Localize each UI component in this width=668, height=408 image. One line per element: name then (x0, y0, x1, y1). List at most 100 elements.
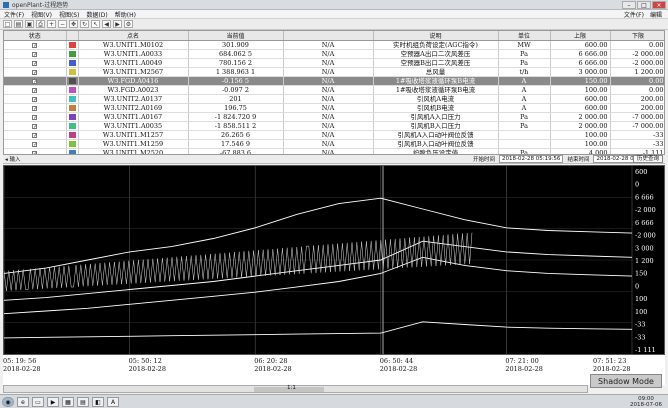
series-color-swatch[interactable] (68, 42, 76, 48)
row-high-limit[interactable]: 600.00 (550, 103, 611, 113)
series-color-swatch[interactable] (68, 123, 76, 129)
ie-icon[interactable]: e (17, 396, 29, 407)
series-color-swatch[interactable] (68, 141, 76, 147)
prev-icon[interactable]: ◀ (102, 20, 111, 28)
history-query-button[interactable]: 历史查询 (632, 155, 663, 163)
app3-icon[interactable]: ◧ (92, 396, 104, 407)
row-low-limit[interactable]: 0.00 (610, 40, 664, 50)
maximize-button[interactable]: □ (637, 1, 651, 9)
series-color-swatch[interactable] (68, 96, 76, 102)
app1-icon[interactable]: ▦ (62, 396, 74, 407)
col-unit[interactable]: 单位 (498, 31, 551, 41)
col-status[interactable]: 状态 (4, 31, 67, 41)
row-low-limit[interactable]: 200.00 (610, 94, 664, 104)
series-color-swatch[interactable] (68, 114, 76, 120)
series-color-swatch[interactable] (68, 51, 76, 57)
row-high-limit[interactable]: 6 666.00 (550, 58, 611, 68)
print-icon[interactable]: ⎙ (36, 20, 45, 28)
row-low-limit[interactable]: -7 000.00 (610, 121, 664, 131)
menu-item-view[interactable]: 视图(V) (31, 10, 52, 19)
row-checkbox[interactable]: ✓ (32, 60, 37, 66)
next-icon[interactable]: ▶ (113, 20, 122, 28)
row-low-limit[interactable]: -7 000.00 (610, 112, 664, 122)
menu-item-data[interactable]: 数据(D) (86, 10, 107, 19)
start-time-field[interactable]: 2018-02-28 05:19:56 (499, 155, 564, 163)
time-scrollbar[interactable]: 1:1 (3, 385, 588, 393)
app2-icon[interactable]: ▤ (77, 396, 89, 407)
col-current-value[interactable]: 当前值 (188, 31, 284, 41)
save-icon[interactable]: ▣ (25, 20, 34, 28)
row-low-limit[interactable]: -33 (610, 139, 664, 149)
trend-chart[interactable]: 600 0 6 666 -2 000 6 666 -2 000 3 000 1 200 150 0… (3, 165, 665, 355)
row-checkbox[interactable]: ✓ (32, 69, 37, 75)
table-row[interactable]: ✓ W3.UNIT2.A0137 201 N/A 引风机A电流 A 600.00 200.00 (4, 94, 664, 104)
series-color-swatch[interactable] (68, 105, 76, 111)
col-quality[interactable] (283, 31, 374, 41)
col-description[interactable]: 说明 (373, 31, 499, 41)
table-row[interactable]: ✓ W3.FGD.A0416 -0.156 5 N/A 1#吸收塔浆液循环泵B电流 A 15… (4, 76, 664, 86)
minimize-button[interactable]: – (622, 1, 636, 9)
table-row[interactable]: ✓ W3.FGD.A0023 -0.097 2 N/A 1#吸收塔浆液循环泵B电流 A 10… (4, 85, 664, 95)
zoom-out-icon[interactable]: − (58, 20, 67, 28)
menu-item-view2[interactable]: 视图(S) (59, 10, 80, 19)
row-high-limit[interactable]: 100.00 (550, 130, 611, 140)
row-checkbox[interactable]: ✓ (32, 87, 37, 93)
cursor-icon[interactable]: ↖ (91, 20, 100, 28)
table-row[interactable]: ✓ W3.UNIT1.A0033 684.062 5 N/A 空预器A出口二次风差压 Pa… (4, 49, 664, 59)
table-row[interactable]: ✓ W3.UNIT2.A0169 196.75 N/A 引风机B电流 A 600.00 200… (4, 103, 664, 113)
series-color-swatch[interactable] (68, 87, 76, 93)
pan-icon[interactable]: ✥ (69, 20, 78, 28)
col-high[interactable]: 上限 (550, 31, 611, 41)
close-button[interactable]: × (652, 1, 666, 9)
col-tag-name[interactable]: 点名 (78, 31, 189, 41)
row-high-limit[interactable]: 6 666.00 (550, 49, 611, 59)
open-icon[interactable]: ▤ (14, 20, 23, 28)
input-toggle[interactable]: ◂ 输入 (5, 155, 21, 163)
row-high-limit[interactable]: 150.00 (550, 76, 611, 86)
shadow-mode-button[interactable]: Shadow Mode (590, 374, 662, 388)
trend-chart-svg[interactable]: 600 0 6 666 -2 000 6 666 -2 000 3 000 1 200 150 0… (3, 166, 664, 354)
row-checkbox[interactable]: ✓ (32, 141, 37, 147)
menu-item-help[interactable]: 帮助(H) (115, 10, 136, 19)
start-icon[interactable]: ◉ (2, 396, 14, 407)
row-high-limit[interactable]: 100.00 (550, 139, 611, 149)
series-color-swatch[interactable] (68, 60, 76, 66)
menu-item-file[interactable]: 文件(F) (4, 10, 24, 19)
series-color-swatch[interactable] (68, 78, 76, 84)
row-low-limit[interactable]: 1 200.00 (610, 67, 664, 77)
pdf-icon[interactable]: A (107, 396, 119, 407)
series-color-swatch[interactable] (68, 69, 76, 75)
row-high-limit[interactable]: 600.00 (550, 40, 611, 50)
row-low-limit[interactable]: -2 000.00 (610, 58, 664, 68)
table-row[interactable]: ✓ W3.UNIT1.M1259 17.546 9 N/A 引风机B入口动叶阀位反馈 10… (4, 139, 664, 149)
row-checkbox[interactable]: ✓ (32, 96, 37, 102)
menu-item-file-right[interactable]: 文件(F) (624, 10, 644, 19)
menu-item-edit[interactable]: 编辑 (650, 10, 662, 19)
table-row[interactable]: ✓ W3.UNIT1.M0102 301.909 N/A 实时机组负荷设定(AGC指令)… (4, 40, 664, 50)
table-row[interactable]: ✓ W3.UNIT1.A0049 780.156 2 N/A 空预器B出口二次风差压 Pa… (4, 58, 664, 68)
settings-icon[interactable]: ⚙ (124, 20, 133, 28)
table-row[interactable]: ✓ W3.UNIT1.A0167 -1 824.720 9 N/A 引风机A入口压力 Pa… (4, 112, 664, 122)
row-low-limit[interactable]: 0.00 (610, 76, 664, 86)
row-low-limit[interactable]: -2 000.00 (610, 49, 664, 59)
row-high-limit[interactable]: 100.00 (550, 85, 611, 95)
series-color-swatch[interactable] (68, 132, 76, 138)
zoom-in-icon[interactable]: + (47, 20, 56, 28)
folder-icon[interactable]: ▭ (32, 396, 44, 407)
row-low-limit[interactable]: 0.00 (610, 85, 664, 95)
row-low-limit[interactable]: 200.00 (610, 103, 664, 113)
row-checkbox[interactable]: ✓ (32, 42, 37, 48)
row-high-limit[interactable]: 2 000.00 (550, 121, 611, 131)
row-checkbox[interactable]: ✓ (32, 132, 37, 138)
row-high-limit[interactable]: 3 000.00 (550, 67, 611, 77)
new-icon[interactable]: □ (3, 20, 12, 28)
media-icon[interactable]: ▶ (47, 396, 59, 407)
col-color[interactable] (66, 31, 79, 41)
row-low-limit[interactable]: -33 (610, 130, 664, 140)
row-checkbox[interactable]: ✓ (32, 114, 37, 120)
row-checkbox[interactable]: ✓ (32, 105, 37, 111)
row-high-limit[interactable]: 2 000.00 (550, 112, 611, 122)
row-high-limit[interactable]: 600.00 (550, 94, 611, 104)
row-checkbox[interactable]: ✓ (32, 78, 37, 84)
table-row[interactable]: ✓ W3.UNIT1.M1257 26.265 6 N/A 引风机A入口动叶阀位反馈 10… (4, 130, 664, 140)
